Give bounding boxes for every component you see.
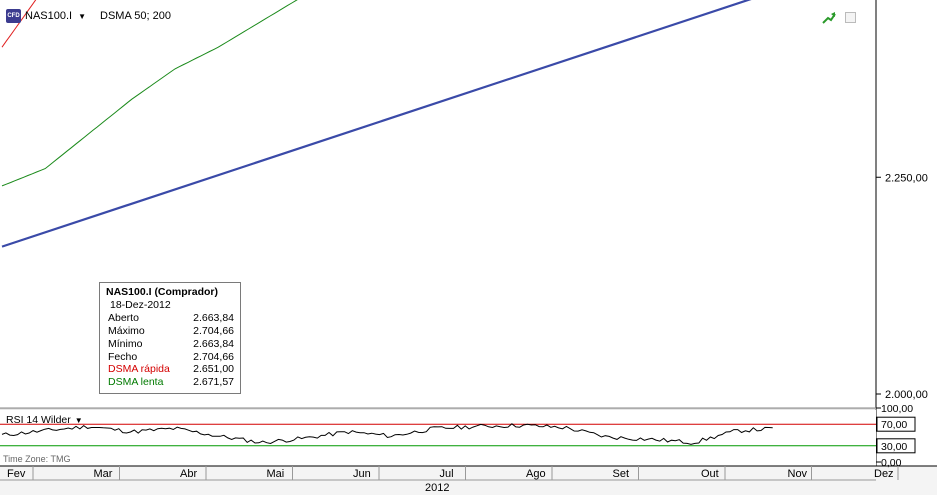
info-label: Aberto	[108, 311, 139, 324]
info-title: NAS100.I (Comprador)	[106, 286, 219, 298]
info-row-high: Máximo 2.704,66	[100, 325, 240, 338]
info-row-close: Fecho 2.704,66	[100, 351, 240, 364]
tick-up-icon[interactable]	[822, 11, 836, 25]
price-tick-label: 2.000,00	[885, 389, 928, 401]
info-row-low: Mínimo 2.663,84	[100, 338, 240, 351]
info-value: 2.663,84	[193, 311, 234, 324]
month-label: Set	[613, 468, 630, 480]
month-label: Out	[701, 468, 719, 480]
info-row-slow-ma: DSMA lenta 2.671,57	[100, 376, 240, 389]
rsi-pane	[0, 410, 876, 466]
info-value: 2.651,00	[193, 363, 234, 376]
info-label: DSMA rápida	[108, 363, 170, 376]
info-value: 2.704,66	[193, 350, 234, 363]
rsi-tick-label: 30,00	[881, 441, 907, 453]
info-label: DSMA lenta	[108, 376, 164, 389]
indicator-label[interactable]: DSMA 50; 200	[100, 10, 171, 22]
info-label: Máximo	[108, 324, 145, 337]
month-label: Abr	[180, 468, 197, 480]
symbol-dropdown-icon[interactable]: ▼	[78, 12, 86, 21]
year-label: 2012	[425, 482, 450, 494]
info-value: 2.671,57	[193, 376, 234, 389]
month-label: Nov	[788, 468, 808, 480]
info-value: 2.663,84	[193, 337, 234, 350]
chart-window[interactable]: 2.750,002.500,002.250,002.000,002.874,32…	[0, 0, 937, 495]
info-label: Fecho	[108, 350, 138, 363]
maximize-icon[interactable]	[845, 12, 856, 23]
month-label: Jul	[440, 468, 454, 480]
symbol-label[interactable]: NAS100.I	[25, 10, 72, 22]
chart-header: CFD NAS100.I ▼ DSMA 50; 200	[6, 8, 171, 24]
month-label: Mar	[94, 468, 113, 480]
rsi-tick-label: 100,00	[881, 403, 913, 415]
info-label: Mínimo	[108, 337, 143, 350]
cfd-badge-icon: CFD	[6, 9, 21, 23]
data-window: NAS100.I (Comprador) 18-Dez-2012 Aberto 2…	[99, 282, 241, 394]
month-label: Mai	[267, 468, 285, 480]
month-label: Ago	[526, 468, 546, 480]
rsi-header: RSI 14 Wilder ▼	[6, 414, 83, 426]
month-label: Jun	[353, 468, 371, 480]
rsi-label[interactable]: RSI 14 Wilder	[6, 414, 71, 426]
timezone-label: Time Zone: TMG	[3, 454, 71, 464]
chart-canvas[interactable]: 2.750,002.500,002.250,002.000,002.874,32…	[0, 0, 937, 495]
month-label: Fev	[7, 468, 26, 480]
rsi-dropdown-icon[interactable]: ▼	[75, 416, 83, 425]
price-tick-label: 2.250,00	[885, 172, 928, 184]
info-date: 18-Dez-2012	[110, 298, 171, 311]
month-label: Dez	[874, 468, 894, 480]
info-value: 2.704,66	[193, 324, 234, 337]
info-row-fast-ma: DSMA rápida 2.651,00	[100, 363, 240, 376]
rsi-tick-label: 70,00	[881, 419, 907, 431]
info-row-open: Aberto 2.663,84	[100, 312, 240, 325]
